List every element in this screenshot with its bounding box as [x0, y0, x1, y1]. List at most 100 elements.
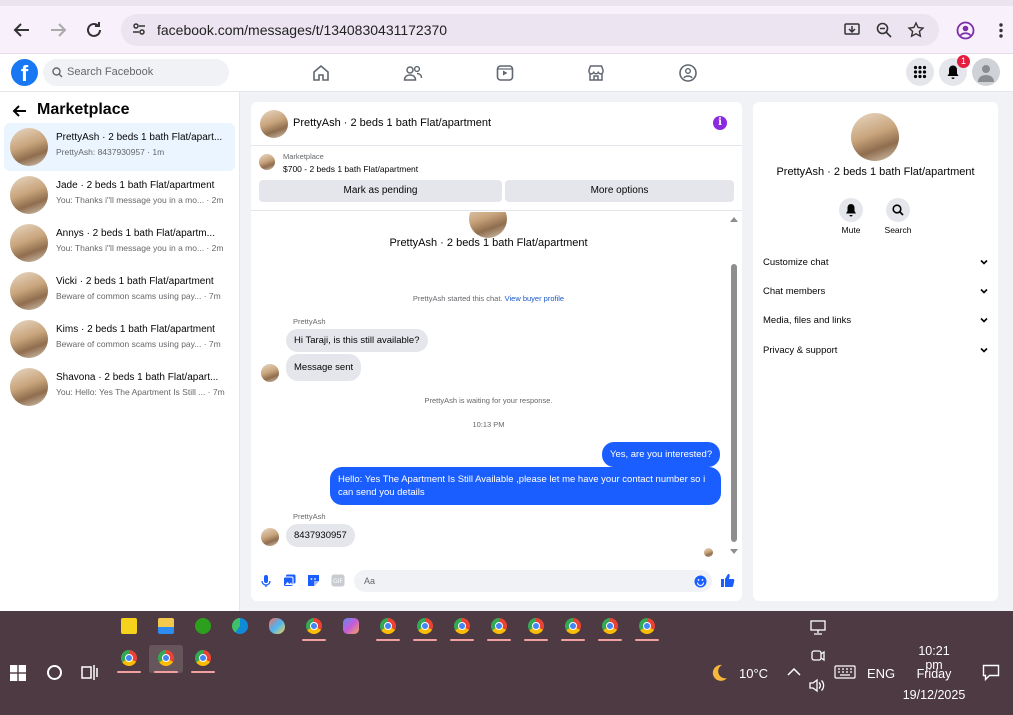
- incoming-message[interactable]: Message sent: [286, 354, 362, 381]
- groups-icon[interactable]: [678, 63, 698, 83]
- keyboard-icon[interactable]: [834, 665, 856, 679]
- facebook-logo[interactable]: f: [11, 59, 38, 86]
- profile-icon[interactable]: [956, 21, 975, 40]
- chrome-icon: [195, 650, 211, 666]
- profile-avatar[interactable]: [851, 113, 899, 161]
- chrome-icon: [380, 618, 396, 634]
- reload-button[interactable]: [82, 18, 106, 42]
- gif-icon[interactable]: GIF: [331, 574, 345, 587]
- marketplace-icon[interactable]: [586, 63, 606, 83]
- customize-chat-row[interactable]: Customize chat: [763, 254, 989, 272]
- chrome-window[interactable]: [521, 613, 551, 641]
- message-input[interactable]: Aa: [354, 570, 712, 592]
- search-facebook-input[interactable]: Search Facebook: [43, 59, 229, 86]
- volume-icon[interactable]: [808, 678, 826, 693]
- chevron-down-icon: [980, 347, 988, 353]
- chat-avatar[interactable]: [260, 110, 288, 138]
- chrome-window[interactable]: [632, 613, 662, 641]
- outgoing-message[interactable]: Hello: Yes The Apartment Is Still Availa…: [330, 467, 721, 505]
- paint-app[interactable]: [262, 613, 292, 641]
- chrome-window-active[interactable]: [149, 645, 183, 673]
- language-indicator[interactable]: ENG: [867, 666, 895, 681]
- incoming-message[interactable]: 8437930957: [286, 524, 355, 547]
- chrome-window[interactable]: [373, 613, 403, 641]
- more-options-button[interactable]: More options: [505, 180, 734, 202]
- quickbooks-app[interactable]: [188, 613, 218, 641]
- mute-button[interactable]: [839, 198, 863, 222]
- friends-icon[interactable]: [403, 63, 423, 83]
- forward-button[interactable]: [46, 18, 70, 42]
- network-icon[interactable]: [809, 620, 827, 635]
- chrome-window[interactable]: [447, 613, 477, 641]
- account-avatar[interactable]: [972, 58, 1000, 86]
- moon-weather-icon[interactable]: [707, 662, 729, 684]
- cortana-search-icon[interactable]: [46, 664, 63, 681]
- search-icon: [52, 67, 63, 78]
- chrome-window[interactable]: [484, 613, 514, 641]
- url-text[interactable]: facebook.com/messages/t/1340830431172370: [157, 22, 447, 38]
- chrome-window[interactable]: [114, 645, 144, 673]
- listing-thumbnail: [259, 154, 275, 170]
- notification-center-icon[interactable]: [982, 664, 1000, 681]
- back-arrow-icon[interactable]: [12, 103, 28, 119]
- back-button[interactable]: [10, 18, 34, 42]
- windows-start-icon[interactable]: [10, 665, 26, 681]
- info-icon[interactable]: i: [713, 116, 727, 130]
- conversation-item[interactable]: PrettyAsh · 2 beds 1 bath Flat/apart... …: [4, 123, 235, 171]
- copilot-app[interactable]: [336, 613, 366, 641]
- mark-as-pending-button[interactable]: Mark as pending: [259, 180, 502, 202]
- conversation-preview: PrettyAsh: 8437930957 · 1m: [56, 147, 165, 157]
- chrome-window[interactable]: [558, 613, 588, 641]
- chrome-window[interactable]: [410, 613, 440, 641]
- clock-date[interactable]: 19/12/2025: [899, 688, 969, 702]
- conversation-item[interactable]: Kims · 2 beds 1 bath Flat/apartment Bewa…: [4, 315, 235, 363]
- chat-members-row[interactable]: Chat members: [763, 283, 989, 301]
- sticker-icon[interactable]: [307, 574, 320, 587]
- emoji-icon[interactable]: [694, 575, 707, 588]
- chat-title[interactable]: PrettyAsh · 2 beds 1 bath Flat/apartment: [293, 117, 491, 129]
- scroll-down-icon[interactable]: [729, 548, 739, 556]
- incoming-message[interactable]: Hi Taraji, is this still available?: [286, 329, 428, 352]
- video-icon[interactable]: [495, 63, 515, 83]
- conversation-item[interactable]: Annys · 2 beds 1 bath Flat/apartm... You…: [4, 219, 235, 267]
- chevron-up-icon[interactable]: [787, 667, 801, 677]
- microphone-icon[interactable]: [261, 574, 271, 588]
- chevron-down-icon: [980, 317, 988, 323]
- media-files-links-row[interactable]: Media, files and links: [763, 312, 989, 330]
- browser-menu-icon[interactable]: [996, 21, 1006, 40]
- site-info-icon[interactable]: [131, 21, 147, 37]
- meet-now-icon[interactable]: [810, 649, 825, 664]
- conversation-item[interactable]: Vicki · 2 beds 1 bath Flat/apartment Bew…: [4, 267, 235, 315]
- temperature[interactable]: 10°C: [739, 666, 768, 681]
- menu-button[interactable]: [906, 58, 934, 86]
- scroll-up-icon[interactable]: [729, 215, 739, 223]
- search-in-chat-button[interactable]: [886, 198, 910, 222]
- address-bar[interactable]: facebook.com/messages/t/1340830431172370: [121, 14, 939, 46]
- clock-day[interactable]: Friday: [909, 667, 959, 681]
- conversation-item[interactable]: Shavona · 2 beds 1 bath Flat/apart... Yo…: [4, 363, 235, 411]
- chrome-window[interactable]: [595, 613, 625, 641]
- listing-price-title[interactable]: $700 - 2 beds 1 bath Flat/apartment: [283, 164, 418, 174]
- zoom-icon[interactable]: [875, 21, 893, 39]
- install-app-icon[interactable]: [843, 21, 861, 39]
- file-explorer-app[interactable]: [151, 613, 181, 641]
- search-placeholder: Search Facebook: [67, 66, 154, 78]
- scrollbar-thumb[interactable]: [731, 264, 737, 542]
- photo-icon[interactable]: [283, 574, 296, 587]
- search-icon: [892, 204, 904, 216]
- listing-thumbnail: [10, 176, 48, 214]
- edge-app[interactable]: [225, 613, 255, 641]
- sticky-notes-app[interactable]: [114, 613, 144, 641]
- notification-badge: 1: [957, 55, 970, 68]
- view-buyer-profile-link[interactable]: View buyer profile: [505, 294, 564, 303]
- conversation-item[interactable]: Jade · 2 beds 1 bath Flat/apartment You:…: [4, 171, 235, 219]
- bookmark-star-icon[interactable]: [907, 21, 925, 39]
- chrome-window[interactable]: [299, 613, 329, 641]
- chrome-window[interactable]: [188, 645, 218, 673]
- privacy-support-row[interactable]: Privacy & support: [763, 342, 989, 360]
- like-thumb-icon[interactable]: [720, 573, 735, 588]
- task-view-icon[interactable]: [81, 664, 99, 681]
- home-icon[interactable]: [311, 63, 331, 83]
- outgoing-message[interactable]: Yes, are you interested?: [602, 442, 721, 467]
- running-indicator: [302, 639, 326, 641]
